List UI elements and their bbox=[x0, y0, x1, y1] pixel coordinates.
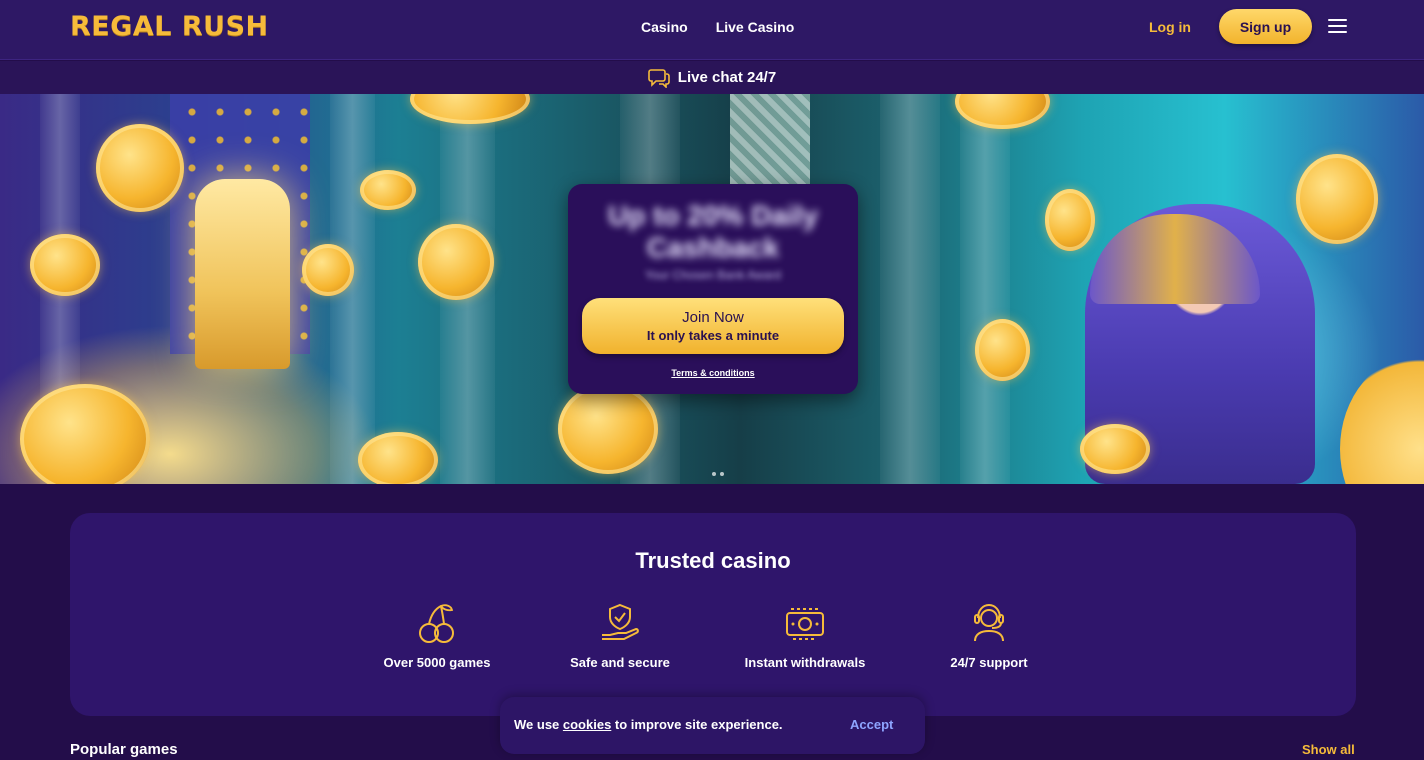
feature-games-label: Over 5000 games bbox=[383, 655, 491, 670]
feature-safe-label: Safe and secure bbox=[570, 655, 670, 670]
join-now-button[interactable]: Join Now It only takes a minute bbox=[582, 298, 844, 354]
gold-coin bbox=[1045, 189, 1095, 251]
gold-coin bbox=[410, 94, 530, 124]
hamburger-menu-icon[interactable] bbox=[1328, 19, 1347, 34]
chat-bubbles-icon bbox=[647, 68, 670, 88]
trusted-casino-card: Trusted casino Over 5000 games Safe and … bbox=[70, 513, 1356, 716]
site-logo[interactable]: REGAL RUSH bbox=[70, 11, 269, 42]
feature-support: 24/7 support bbox=[904, 601, 1074, 670]
gold-coin bbox=[96, 124, 184, 212]
accept-cookies-button[interactable]: Accept bbox=[850, 717, 893, 732]
feature-games: Over 5000 games bbox=[352, 601, 522, 670]
cookie-text: We use cookies to improve site experienc… bbox=[514, 717, 783, 732]
trusted-title: Trusted casino bbox=[635, 548, 791, 573]
terms-link[interactable]: Terms & conditions bbox=[568, 368, 858, 378]
join-now-sublabel: It only takes a minute bbox=[646, 328, 780, 343]
cookie-text-prefix: We use bbox=[514, 717, 563, 732]
gold-coin bbox=[20, 384, 150, 484]
show-all-link[interactable]: Show all bbox=[1302, 742, 1355, 757]
cookie-banner: We use cookies to improve site experienc… bbox=[500, 697, 925, 754]
pillar bbox=[960, 94, 1010, 484]
feature-support-label: 24/7 support bbox=[950, 655, 1028, 670]
live-chat-bar[interactable]: Live chat 24/7 bbox=[0, 61, 1424, 94]
gold-coin bbox=[30, 234, 100, 296]
feature-withdrawals-label: Instant withdrawals bbox=[744, 655, 866, 670]
site-header: REGAL RUSH Casino Live Casino Log in Sig… bbox=[0, 0, 1424, 60]
promo-headline: Up to 20% Daily Cashback bbox=[607, 200, 819, 263]
cookies-link[interactable]: cookies bbox=[563, 717, 611, 732]
throne-image bbox=[195, 179, 290, 369]
nav-casino[interactable]: Casino bbox=[641, 19, 688, 35]
join-now-label: Join Now bbox=[682, 309, 744, 326]
cherries-icon bbox=[419, 604, 454, 643]
headset-icon bbox=[974, 603, 1004, 642]
gold-coin bbox=[558, 384, 658, 474]
celtic-knot-panel bbox=[730, 94, 810, 184]
main-nav: Casino Live Casino bbox=[641, 19, 794, 35]
gold-coin bbox=[1296, 154, 1378, 244]
popular-games-title: Popular games bbox=[70, 741, 178, 758]
promo-subtext: Your Chosen Bank Award bbox=[644, 268, 782, 282]
gold-coin bbox=[975, 319, 1030, 381]
shield-hand-icon bbox=[602, 603, 639, 640]
gold-coin bbox=[360, 170, 416, 210]
hero-banner[interactable]: Up to 20% Daily Cashback Your Chosen Ban… bbox=[0, 94, 1424, 484]
feature-withdrawals: Instant withdrawals bbox=[720, 601, 890, 670]
gold-coin bbox=[418, 224, 494, 300]
cash-icon bbox=[786, 608, 824, 640]
cookie-text-suffix: to improve site experience. bbox=[611, 717, 783, 732]
nav-live-casino[interactable]: Live Casino bbox=[716, 19, 795, 35]
login-link[interactable]: Log in bbox=[1149, 19, 1191, 35]
promo-card: Up to 20% Daily Cashback Your Chosen Ban… bbox=[568, 184, 858, 394]
live-chat-label: Live chat 24/7 bbox=[677, 69, 777, 86]
signup-button[interactable]: Sign up bbox=[1219, 9, 1312, 44]
gold-coin bbox=[358, 432, 438, 484]
gold-coin bbox=[302, 244, 354, 296]
coin-glow bbox=[1340, 354, 1424, 484]
gold-coin bbox=[1080, 424, 1150, 474]
pillar bbox=[880, 94, 940, 484]
feature-safe: Safe and secure bbox=[535, 601, 705, 670]
carousel-dots[interactable] bbox=[712, 472, 724, 476]
